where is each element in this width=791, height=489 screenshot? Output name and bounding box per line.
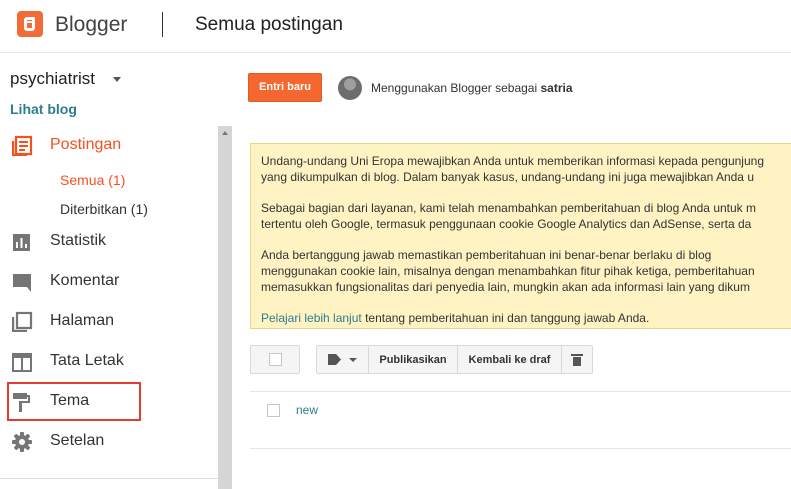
- notice-paragraph: Pelajari lebih lanjut tentang pemberitah…: [261, 310, 791, 326]
- chevron-down-icon[interactable]: [113, 77, 121, 82]
- sidebar-item-layout[interactable]: Tata Letak: [0, 344, 218, 380]
- sidebar-item-label: Tata Letak: [50, 352, 124, 369]
- signed-in-as-text: Menggunakan Blogger sebagai satria: [371, 81, 573, 95]
- page-title: Semua postingan: [195, 14, 343, 35]
- sidebar-divider: [0, 478, 218, 479]
- label-tag-icon: [328, 354, 341, 365]
- post-actions-toolbar: Publikasikan Kembali ke draf: [316, 345, 593, 374]
- sidebar-subitem-all[interactable]: Semua (1): [60, 172, 125, 188]
- delete-button[interactable]: [562, 346, 592, 373]
- scroll-up-arrow-icon[interactable]: [222, 131, 228, 135]
- post-title-link[interactable]: new: [296, 403, 318, 417]
- notice-line: menggunakan cookie lain, misalnya dengan…: [261, 264, 755, 278]
- trash-icon: [571, 353, 583, 366]
- notice-paragraph: Undang-undang Uni Eropa mewajibkan Anda …: [261, 153, 791, 185]
- notice-line: Anda bertanggung jawab memastikan pember…: [261, 248, 712, 262]
- sidebar: psychiatrist Lihat blog Postingan Semua …: [0, 54, 232, 489]
- avatar[interactable]: [338, 76, 362, 100]
- layout-icon: [12, 353, 32, 372]
- publish-button[interactable]: Publikasikan: [369, 346, 458, 373]
- list-divider: [250, 448, 791, 449]
- sidebar-item-settings[interactable]: Setelan: [0, 424, 218, 460]
- sidebar-item-label: Setelan: [50, 432, 105, 449]
- notice-paragraph: Sebagai bagian dari layanan, kami telah …: [261, 200, 791, 232]
- label-dropdown-button[interactable]: [317, 346, 369, 373]
- blogger-logo-icon[interactable]: [17, 11, 43, 37]
- sidebar-item-label: Statistik: [50, 232, 107, 249]
- header-divider: [162, 12, 163, 37]
- pages-icon: [12, 311, 33, 332]
- chevron-down-icon: [349, 357, 357, 362]
- sidebar-subitem-published[interactable]: Diterbitkan (1): [60, 201, 148, 217]
- blog-name-selector[interactable]: psychiatrist: [10, 69, 95, 89]
- new-post-button[interactable]: Entri baru: [248, 73, 322, 102]
- sidebar-scrollbar[interactable]: [218, 126, 232, 489]
- eu-cookie-notice: Undang-undang Uni Eropa mewajibkan Anda …: [250, 143, 791, 329]
- select-all-button[interactable]: [250, 345, 300, 374]
- sidebar-item-label: Halaman: [50, 312, 115, 329]
- sidebar-item-label: Postingan: [50, 136, 122, 153]
- notice-line: yang dikumpulkan di blog. Dalam banyak k…: [261, 170, 754, 184]
- notice-line: Undang-undang Uni Eropa mewajibkan Anda …: [261, 154, 764, 168]
- learn-more-link[interactable]: Pelajari lebih lanjut: [261, 311, 362, 325]
- revert-to-draft-button[interactable]: Kembali ke draf: [458, 346, 562, 373]
- signed-in-prefix: Menggunakan Blogger sebagai: [371, 81, 538, 95]
- gear-icon: [12, 432, 32, 452]
- select-all-checkbox[interactable]: [269, 353, 282, 366]
- stats-icon: [13, 234, 30, 251]
- sidebar-item-pages[interactable]: Halaman: [0, 304, 218, 340]
- post-row-checkbox[interactable]: [267, 404, 280, 417]
- highlight-box: [7, 382, 141, 421]
- notice-line: Sebagai bagian dari layanan, kami telah …: [261, 201, 756, 215]
- username: satria: [540, 81, 573, 95]
- top-header: Blogger Semua postingan: [0, 0, 791, 53]
- notice-paragraph: Anda bertanggung jawab memastikan pember…: [261, 247, 791, 295]
- sidebar-item-label: Komentar: [50, 272, 120, 289]
- posts-icon: [12, 135, 33, 156]
- app-name[interactable]: Blogger: [55, 13, 127, 37]
- notice-line: memasukkan fungsionalitas dari penyedia …: [261, 280, 750, 294]
- list-divider: [250, 391, 791, 392]
- comment-icon: [13, 274, 31, 292]
- sidebar-item-posts[interactable]: Postingan: [0, 128, 218, 164]
- view-blog-link[interactable]: Lihat blog: [10, 101, 77, 117]
- sidebar-item-stats[interactable]: Statistik: [0, 224, 218, 260]
- notice-line: tertentu oleh Google, termasuk penggunaa…: [261, 217, 752, 231]
- sidebar-item-comments[interactable]: Komentar: [0, 264, 218, 300]
- notice-line: tentang pemberitahuan ini dan tanggung j…: [361, 311, 650, 325]
